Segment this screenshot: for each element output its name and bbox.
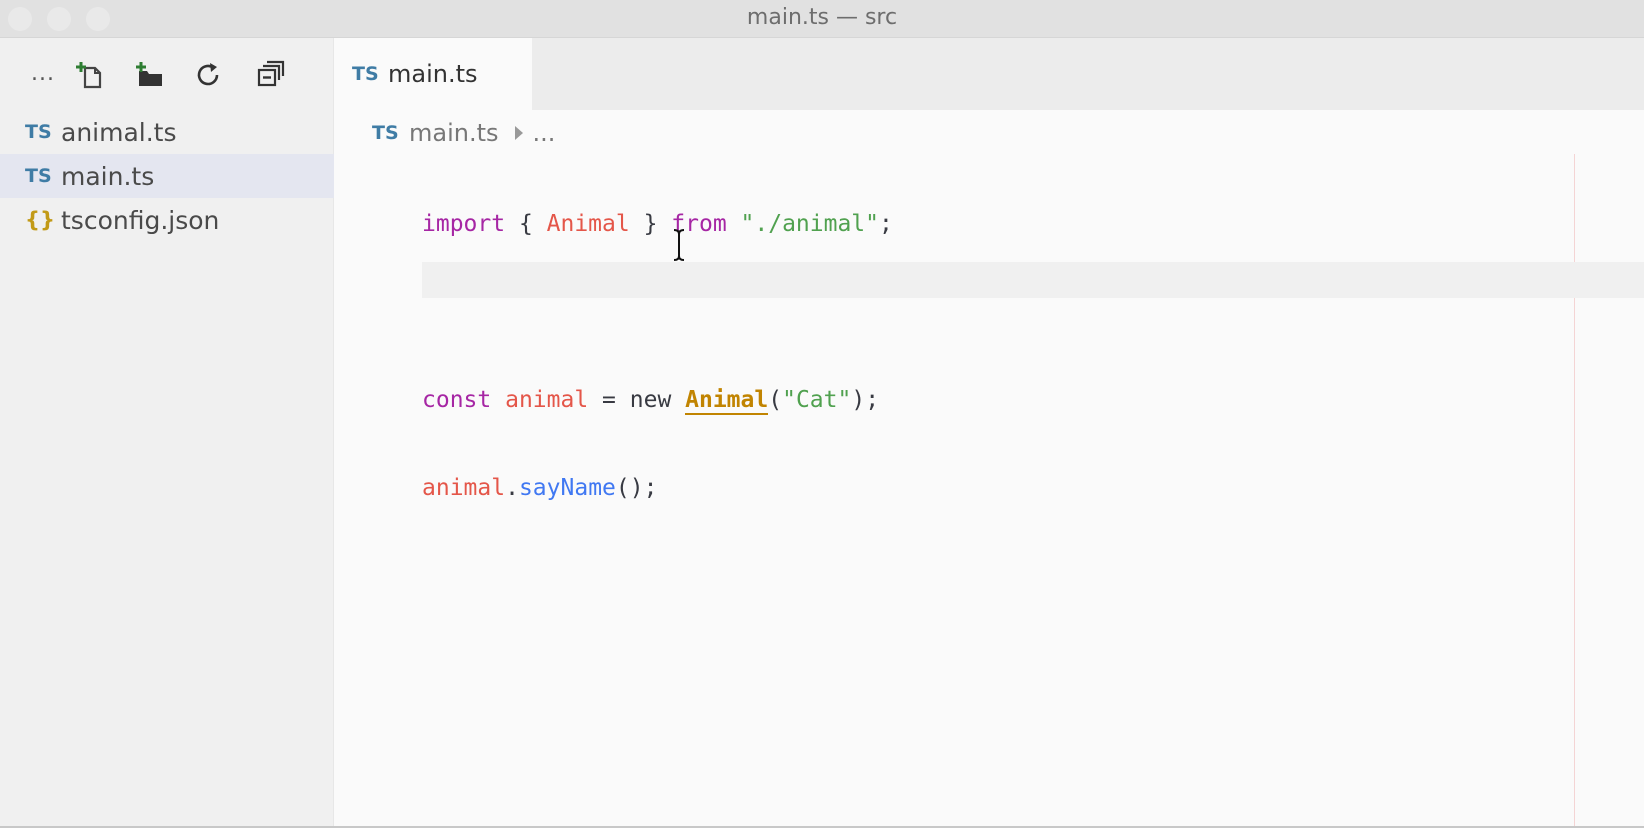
code-text: import { Animal } from "./animal"; const…	[422, 154, 893, 558]
code-editor[interactable]: import { Animal } from "./animal"; const…	[334, 154, 1644, 828]
chevron-right-icon	[514, 126, 523, 140]
explorer-toolbar: ...	[0, 38, 334, 112]
file-name: animal.ts	[61, 117, 177, 147]
tab-main-ts[interactable]: TS main.ts	[334, 38, 532, 110]
code-line: animal.sayName();	[422, 475, 658, 501]
file-name: main.ts	[61, 161, 155, 191]
breadcrumb-more[interactable]: ...	[533, 119, 556, 147]
new-folder-icon	[136, 62, 162, 86]
file-item-main-ts[interactable]: TS main.ts	[0, 154, 334, 198]
new-file-icon	[76, 62, 102, 89]
class-reference[interactable]: Animal	[685, 387, 769, 415]
json-file-icon: {}	[25, 208, 55, 232]
column-ruler	[1574, 154, 1575, 828]
new-folder-button[interactable]	[133, 58, 167, 92]
title-bar: main.ts — src	[0, 0, 1644, 38]
window-title: main.ts — src	[746, 5, 898, 30]
more-actions-button[interactable]: ...	[26, 56, 60, 90]
editor-tab-bar: TS main.ts	[334, 38, 1644, 110]
breadcrumb-file[interactable]: main.ts	[409, 119, 499, 147]
tab-label: main.ts	[388, 60, 478, 88]
code-line: const animal = new Animal("Cat");	[422, 387, 880, 415]
typescript-file-icon: TS	[372, 122, 399, 144]
file-explorer-sidebar: ... TS animal.ts TS main.ts {} tsconfig.…	[0, 38, 334, 828]
collapse-all-icon	[257, 60, 285, 87]
breadcrumb: TS main.ts ...	[372, 112, 555, 154]
text-cursor-icon	[673, 229, 685, 261]
refresh-icon	[197, 63, 219, 86]
refresh-button[interactable]	[192, 58, 226, 92]
typescript-file-icon: TS	[25, 121, 52, 143]
collapse-all-button[interactable]	[254, 58, 288, 92]
file-item-animal-ts[interactable]: TS animal.ts	[0, 110, 334, 154]
new-file-button[interactable]	[73, 58, 107, 92]
file-list: TS animal.ts TS main.ts {} tsconfig.json	[0, 110, 334, 242]
typescript-file-icon: TS	[352, 63, 379, 85]
code-line: import { Animal } from "./animal";	[422, 211, 893, 237]
typescript-file-icon: TS	[25, 165, 52, 187]
file-item-tsconfig-json[interactable]: {} tsconfig.json	[0, 198, 334, 242]
file-name: tsconfig.json	[61, 205, 220, 235]
